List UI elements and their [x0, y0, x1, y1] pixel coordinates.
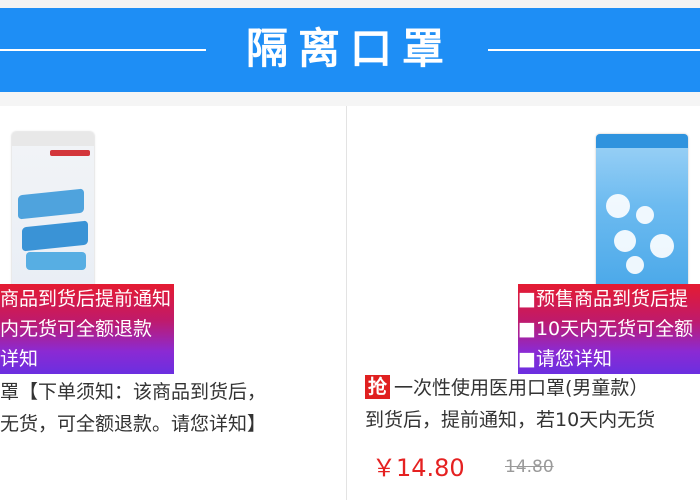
header-left-line [0, 49, 206, 51]
product-image[interactable] [596, 134, 688, 290]
promo-line: ■预售商品到货后提 [518, 288, 688, 310]
grid-spacer [0, 92, 700, 106]
promo-banner: ■预售商品到货后提 ■10天内无货可全额 ■请您详知 [518, 284, 700, 374]
section-header: 隔离口罩 [0, 8, 700, 92]
product-title-line: 到货后，提前通知，若10天内无货 [365, 409, 656, 431]
product-price: ￥14.80 [372, 454, 465, 482]
promo-line: ■10天内无货可全额 [518, 318, 694, 340]
promo-line: 详知 [0, 348, 39, 370]
promo-line: 内无货可全额退款 [0, 318, 153, 340]
product-title-line: 罩【下单须知：该商品到货后， [0, 381, 267, 403]
product-title-line: 无货，可全额退款。请您详知】 [0, 413, 267, 435]
header-right-line [488, 49, 700, 51]
section-title: 隔离口罩 [245, 24, 454, 73]
product-image[interactable] [12, 132, 94, 292]
promo-line: 商品到货后提前通知 [0, 288, 172, 310]
product-title-line: 抢一次性使用医用口罩(男童款） [365, 372, 655, 404]
flash-sale-badge: 抢 [365, 375, 391, 399]
product-title[interactable]: 抢一次性使用医用口罩(男童款） 到货后，提前通知，若10天内无货 [365, 372, 655, 436]
top-strip [0, 0, 700, 8]
product-title[interactable]: 罩【下单须知：该商品到货后， 无货，可全额退款。请您详知】 [0, 376, 266, 440]
promo-banner: 商品到货后提前通知 内无货可全额退款 详知 [0, 284, 174, 374]
promo-line: ■请您详知 [518, 348, 612, 370]
product-card[interactable]: ■预售商品到货后提 ■10天内无货可全额 ■请您详知 抢一次性使用医用口罩(男童… [347, 106, 700, 500]
product-card[interactable]: 商品到货后提前通知 内无货可全额退款 详知 罩【下单须知：该商品到货后， 无货，… [0, 106, 346, 500]
product-title-text: 一次性使用医用口罩(男童款） [394, 377, 649, 399]
original-price: 14.80 [505, 457, 554, 477]
